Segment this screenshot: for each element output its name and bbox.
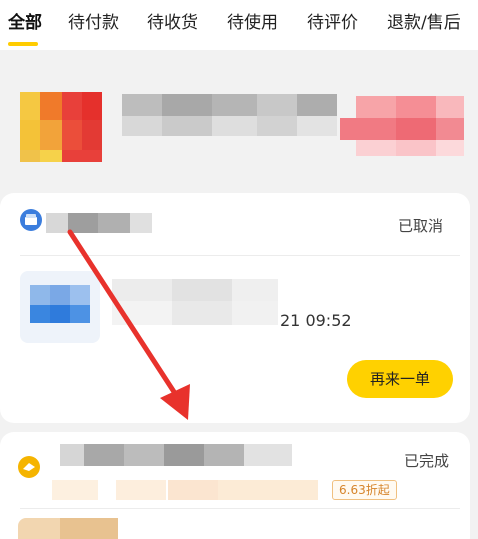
annotation-arrow [67,229,190,420]
